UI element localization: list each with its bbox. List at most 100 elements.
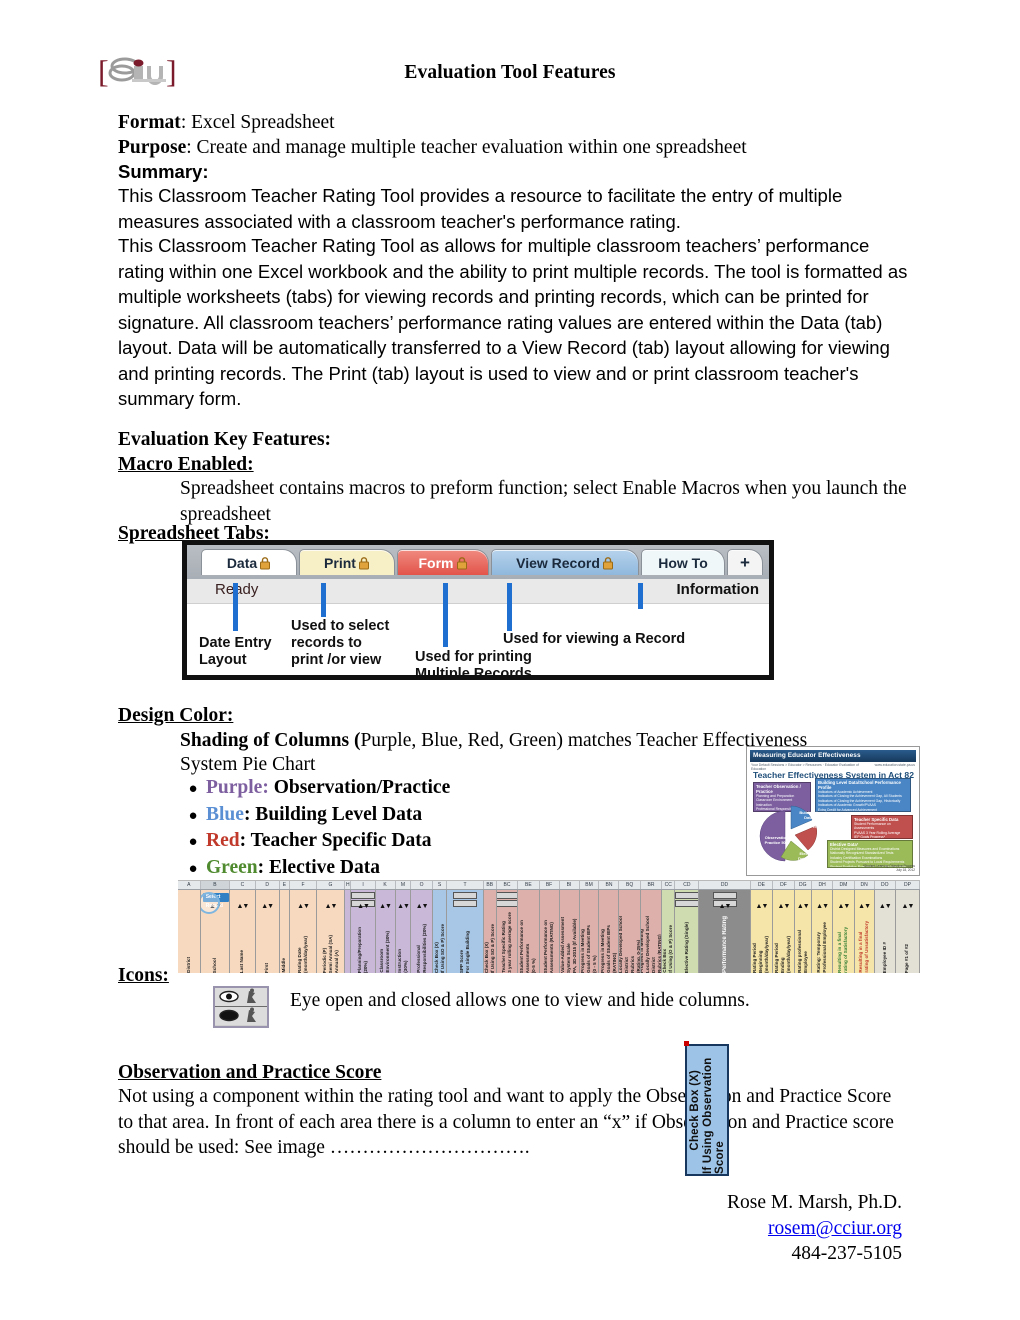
sort-arrows-icon[interactable]: ▲▼ [230, 903, 254, 910]
select-record-button[interactable]: Select Record [200, 892, 230, 914]
column-df[interactable]: ▲▼ Rating Period Ending (month/day/year) [773, 890, 795, 973]
sort-arrows-icon[interactable]: ▲▼ [896, 903, 919, 910]
column-bq[interactable]: Locally Developed School District Rubric… [619, 890, 641, 973]
sort-arrows-icon[interactable]: ▲▼ [376, 903, 395, 910]
column-header-s[interactable]: S [432, 881, 448, 889]
column-header-e[interactable]: E [279, 881, 291, 889]
column-k[interactable]: ▲▼ Classroom Environment (30%) [375, 890, 396, 973]
eye-toggle-icon[interactable] [213, 986, 269, 1028]
tab-print[interactable]: Print [299, 549, 395, 575]
column-b[interactable]: ▲▼Select RecordSchool [200, 890, 231, 973]
column-s[interactable]: Check Box (X) If Using SO & P) Score [432, 890, 448, 973]
column-dd[interactable]: ▲▼ Performance Rating [699, 890, 751, 973]
sort-arrows-icon[interactable]: ▲▼ [833, 903, 853, 910]
eye-open-icon[interactable] [675, 892, 699, 899]
column-header-dn[interactable]: DN [854, 881, 875, 889]
column-cd[interactable]: Elective Rating (Single) [675, 890, 700, 973]
column-br[interactable]: Progress in Meeting Locally Developed Sc… [640, 890, 663, 973]
eye-closed-icon[interactable] [496, 900, 518, 907]
column-header-i[interactable]: I [351, 881, 376, 889]
column-d[interactable]: ▲▼ First [255, 890, 280, 973]
column-header-k[interactable]: K [375, 881, 396, 889]
column-t[interactable]: SPP Score For Single Building [447, 890, 484, 973]
column-header-bq[interactable]: BQ [619, 881, 641, 889]
column-header-t[interactable]: T [447, 881, 484, 889]
column-header-bm[interactable]: BM [579, 881, 600, 889]
sort-arrows-icon[interactable]: ▲▼ [855, 903, 874, 910]
sort-arrows-icon[interactable]: ▲▼ [773, 903, 793, 910]
tab-add-sheet[interactable]: + [727, 549, 763, 575]
tab-data[interactable]: Data [201, 549, 297, 575]
column-i[interactable]: ▲▼ Planning/Preparation (20%) [351, 890, 376, 973]
column-header-a[interactable]: A [178, 881, 201, 889]
column-header-dg[interactable]: DG [794, 881, 812, 889]
eye-toggle-icon[interactable] [496, 892, 518, 908]
column-de[interactable]: ▲▼ Rating Period Beginning (month/day/yea… [750, 890, 774, 973]
eye-open-icon[interactable] [215, 988, 267, 1007]
column-dh[interactable]: ▲▼ Rating: Temporary Professional Employe… [811, 890, 834, 973]
eye-closed-icon[interactable] [675, 900, 699, 907]
column-header-f[interactable]: F [290, 881, 317, 889]
column-cc[interactable]: Check Box If Using (O & P) Score [662, 890, 676, 973]
column-do[interactable]: ▲▼ Employee ID # [874, 890, 896, 973]
tab-view-record[interactable]: View Record [491, 549, 639, 575]
sort-arrows-icon[interactable]: ▲▼ [317, 903, 344, 910]
column-c[interactable]: ▲▼ Last Name [230, 890, 256, 973]
column-header-bc[interactable]: BC [496, 881, 519, 889]
column-bf[interactable]: Student Performance on Assessments (RATI… [539, 890, 560, 973]
column-header-do[interactable]: DO [874, 881, 896, 889]
eye-closed-icon[interactable] [453, 900, 477, 907]
column-header-c[interactable]: C [230, 881, 256, 889]
column-header-d[interactable]: D [255, 881, 280, 889]
column-header-bb[interactable]: BB [483, 881, 497, 889]
sort-arrows-icon[interactable]: ▲▼ [411, 903, 431, 910]
eye-open-icon[interactable] [496, 892, 518, 899]
column-a[interactable]: District [178, 890, 201, 973]
tab-form[interactable]: Form [397, 549, 489, 575]
column-header-dh[interactable]: DH [811, 881, 834, 889]
eye-toggle-icon[interactable] [675, 892, 699, 908]
column-be[interactable]: Student Performance on Assessments (0-5 … [518, 890, 540, 973]
sort-arrows-icon[interactable]: ▲▼ [290, 903, 316, 910]
sort-arrows-icon[interactable]: ▲▼ [795, 903, 811, 910]
column-bm[interactable]: Progress in Meeting Goals of Student IEP… [579, 890, 600, 973]
column-bb[interactable]: Check Box (X) If Using SO & P) Score [483, 890, 497, 973]
sort-arrows-icon[interactable]: ▲▼ [256, 903, 279, 910]
author-email-link[interactable]: rosem@cciur.org [768, 1218, 902, 1239]
column-header-df[interactable]: DF [773, 881, 795, 889]
sort-arrows-icon[interactable]: ▲▼ [875, 903, 895, 910]
column-g[interactable]: ▲▼ Periodic (P) Semi Annual (SA) Annual (… [316, 890, 346, 973]
sort-arrows-icon[interactable]: ▲▼ [812, 903, 832, 910]
eye-open-icon[interactable] [712, 892, 737, 899]
column-header-bf[interactable]: BF [539, 881, 560, 889]
eye-toggle-icon[interactable] [453, 892, 477, 908]
column-dg[interactable]: ▲▼ Rating professional Employee [794, 890, 812, 973]
column-header-dd[interactable]: DD [699, 881, 751, 889]
column-header-bi[interactable]: BI [559, 881, 580, 889]
column-header-be[interactable]: BE [518, 881, 540, 889]
column-header-m[interactable]: M [395, 881, 412, 889]
sort-arrows-icon[interactable]: ▲▼ [699, 903, 749, 910]
column-header-dp[interactable]: DP [895, 881, 920, 889]
column-header-cc[interactable]: CC [662, 881, 676, 889]
column-dn[interactable]: ▲▼ Resulting in a final rating of Unsatis… [854, 890, 875, 973]
column-header-b[interactable]: B [200, 881, 231, 889]
column-bn[interactable]: Progress in Meeting Goals of Student IEP… [599, 890, 620, 973]
column-header-de[interactable]: DE [750, 881, 774, 889]
column-o[interactable]: ▲▼ Professional Responsibilities (20%) [411, 890, 433, 973]
column-header-cd[interactable]: CD [675, 881, 700, 889]
column-e[interactable]: Middle [279, 890, 291, 973]
column-header-br[interactable]: BR [640, 881, 663, 889]
column-m[interactable]: ▲▼ Instruction (30%) [395, 890, 412, 973]
tab-how-to[interactable]: How To [641, 549, 725, 575]
eye-open-icon[interactable] [453, 892, 477, 899]
eye-open-icon[interactable] [351, 892, 375, 899]
sort-arrows-icon[interactable]: ▲▼ [396, 903, 411, 910]
sort-arrows-icon[interactable]: ▲▼ [351, 903, 374, 910]
column-bc[interactable]: Teacher Specific Rating 3 year rolling a… [496, 890, 519, 973]
sort-arrows-icon[interactable]: ▲▼ [751, 903, 773, 910]
column-header-bn[interactable]: BN [599, 881, 620, 889]
column-header-o[interactable]: O [411, 881, 433, 889]
column-dm[interactable]: ▲▼ Resulting in a final rating of Satisfa… [833, 890, 855, 973]
eye-closed-icon[interactable] [215, 1007, 267, 1025]
